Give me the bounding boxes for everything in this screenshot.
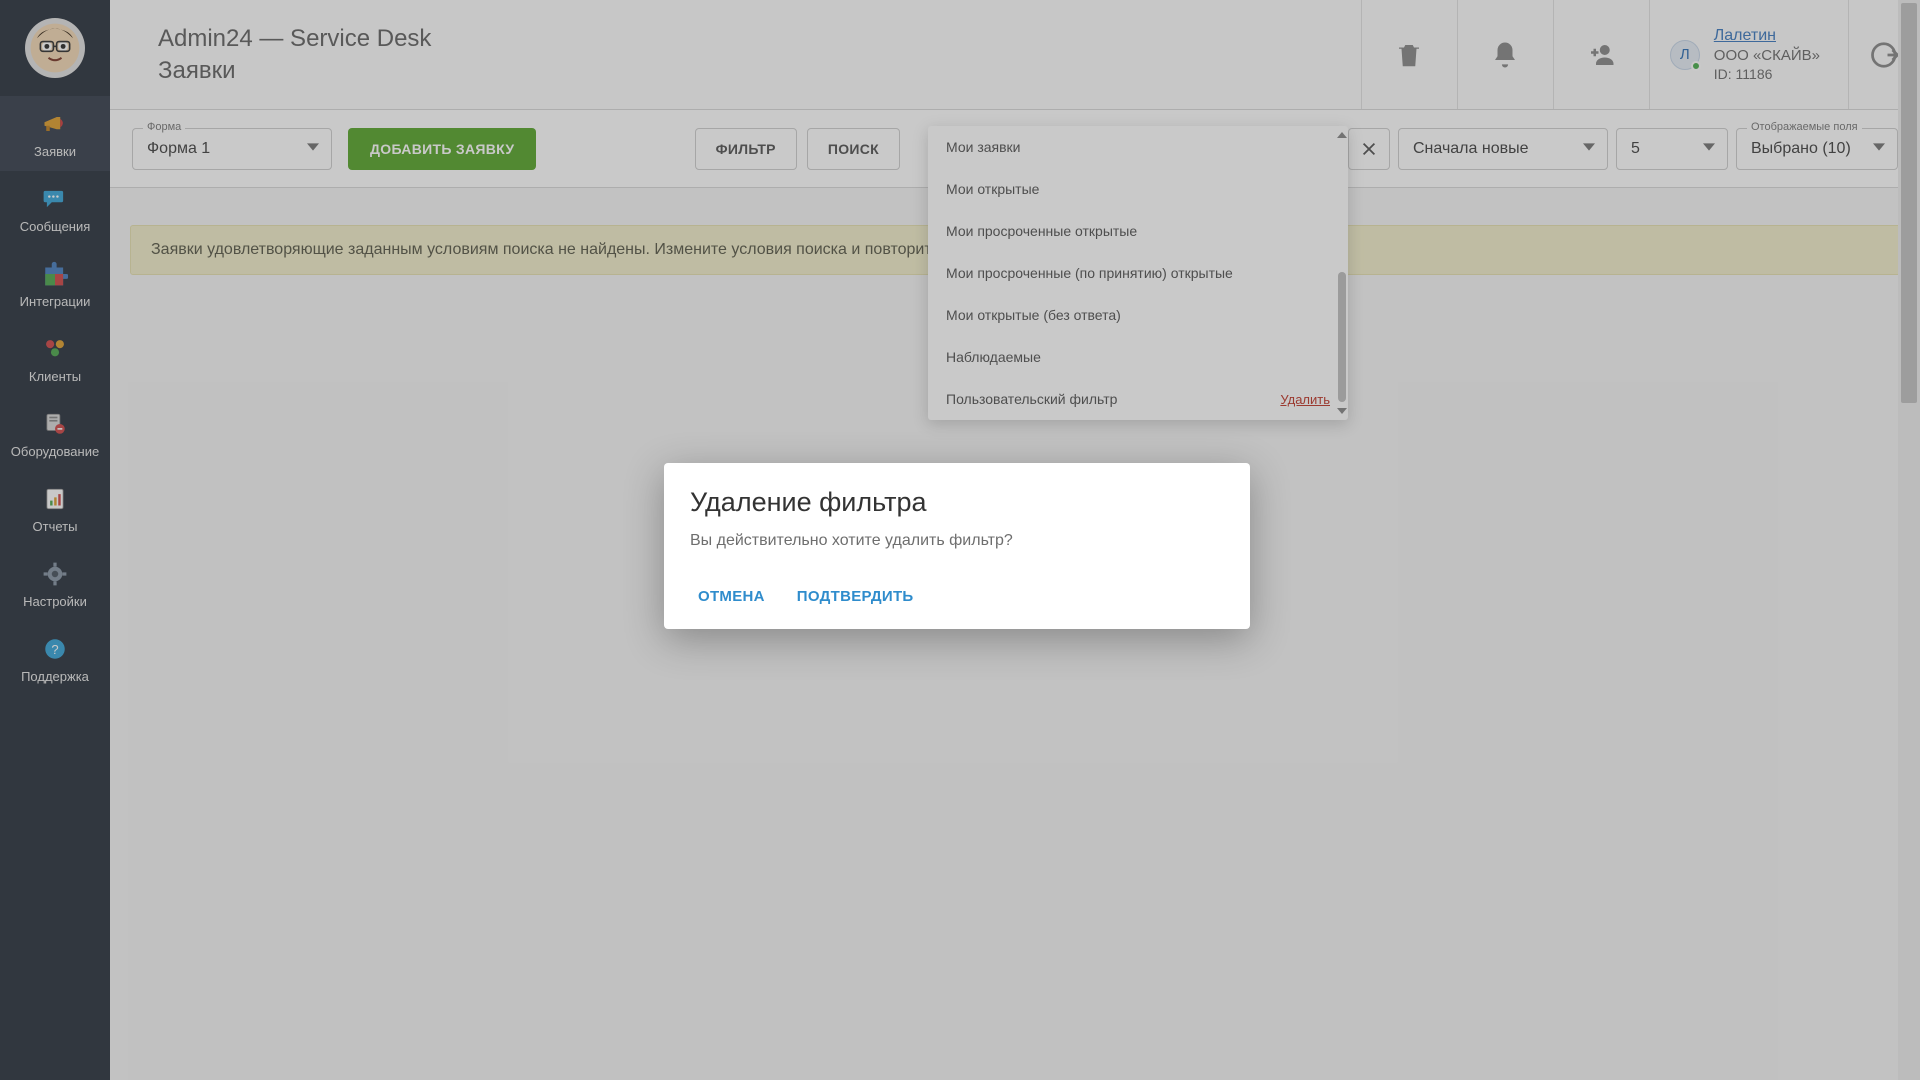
- cancel-button[interactable]: ОТМЕНА: [694, 582, 769, 611]
- modal-title: Удаление фильтра: [690, 487, 1224, 518]
- modal-body: Вы действительно хотите удалить фильтр?: [690, 532, 1224, 550]
- delete-filter-modal: Удаление фильтра Вы действительно хотите…: [664, 463, 1250, 629]
- confirm-button[interactable]: ПОДТВЕРДИТЬ: [793, 582, 918, 611]
